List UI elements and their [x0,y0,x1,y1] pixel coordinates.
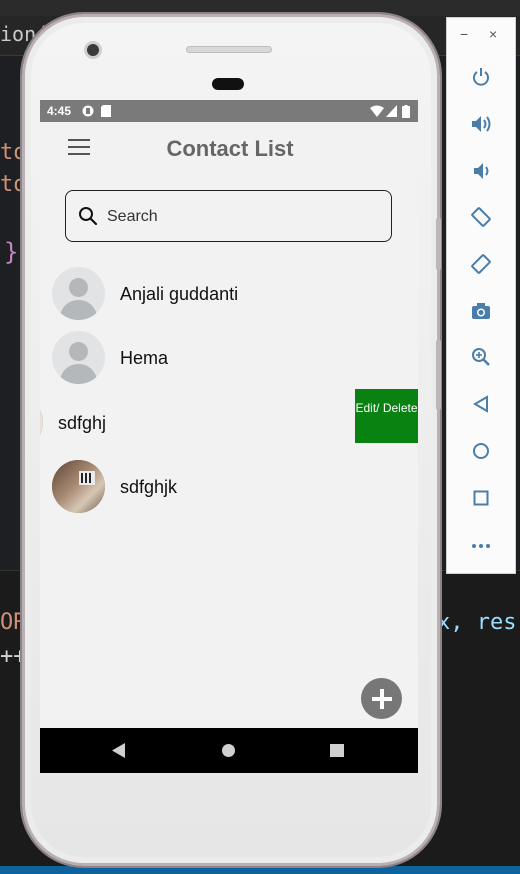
power-icon[interactable] [464,60,498,94]
more-icon[interactable] [464,529,498,563]
minimize-button[interactable]: − [460,26,468,42]
camera-icon[interactable] [464,294,498,328]
edit-delete-button[interactable]: Edit/ Delete [355,389,418,443]
front-camera [84,41,102,59]
phone-earpiece [212,78,244,90]
overview-icon[interactable] [464,481,498,515]
search-placeholder: Search [107,208,158,225]
signal-icon [386,105,397,117]
phone-screen: 4:45 Contact List Search Anjali guddanti… [40,100,418,773]
android-nav-bar [40,728,418,773]
rotate-left-icon[interactable] [464,200,498,234]
wifi-icon [370,105,384,117]
search-icon [79,207,98,226]
sd-card-icon [101,105,111,117]
phone-speaker [186,46,272,53]
contact-name: sdfghj [58,413,107,433]
avatar [52,267,105,320]
avatar [52,331,105,384]
battery-icon [402,105,410,118]
avatar [52,460,105,513]
status-time: 4:45 [47,104,72,118]
phone-side-button[interactable] [436,218,441,270]
close-button[interactable]: × [489,26,497,42]
overview-icon[interactable] [330,744,344,757]
back-icon[interactable] [464,387,498,421]
status-bar: 4:45 [40,100,418,122]
contact-name: Anjali guddanti [120,284,239,304]
avatar [40,396,43,449]
ide-status-bar [0,866,520,874]
add-contact-button[interactable] [361,678,402,719]
ide-code-fragment: } [4,238,19,266]
contact-list-item[interactable]: Hema [40,331,418,391]
home-icon[interactable] [222,744,235,757]
phone-side-button[interactable] [436,340,441,410]
volume-up-icon[interactable] [464,107,498,141]
contact-name: sdfghjk [120,477,178,497]
home-icon[interactable] [464,434,498,468]
ide-code-fragment: x, res [437,610,517,635]
contact-list-item[interactable]: Anjali guddanti [40,267,418,327]
notification-icon [82,105,94,117]
rotate-right-icon[interactable] [464,247,498,281]
zoom-icon[interactable] [464,340,498,374]
search-input[interactable]: Search [65,190,392,242]
page-title: Contact List [166,136,294,161]
back-icon[interactable] [112,743,126,758]
contact-list-item[interactable]: sdfghjk [40,460,418,520]
emulator-toolbar: − × [446,17,516,574]
contact-name: Hema [120,348,169,368]
volume-down-icon[interactable] [464,154,498,188]
